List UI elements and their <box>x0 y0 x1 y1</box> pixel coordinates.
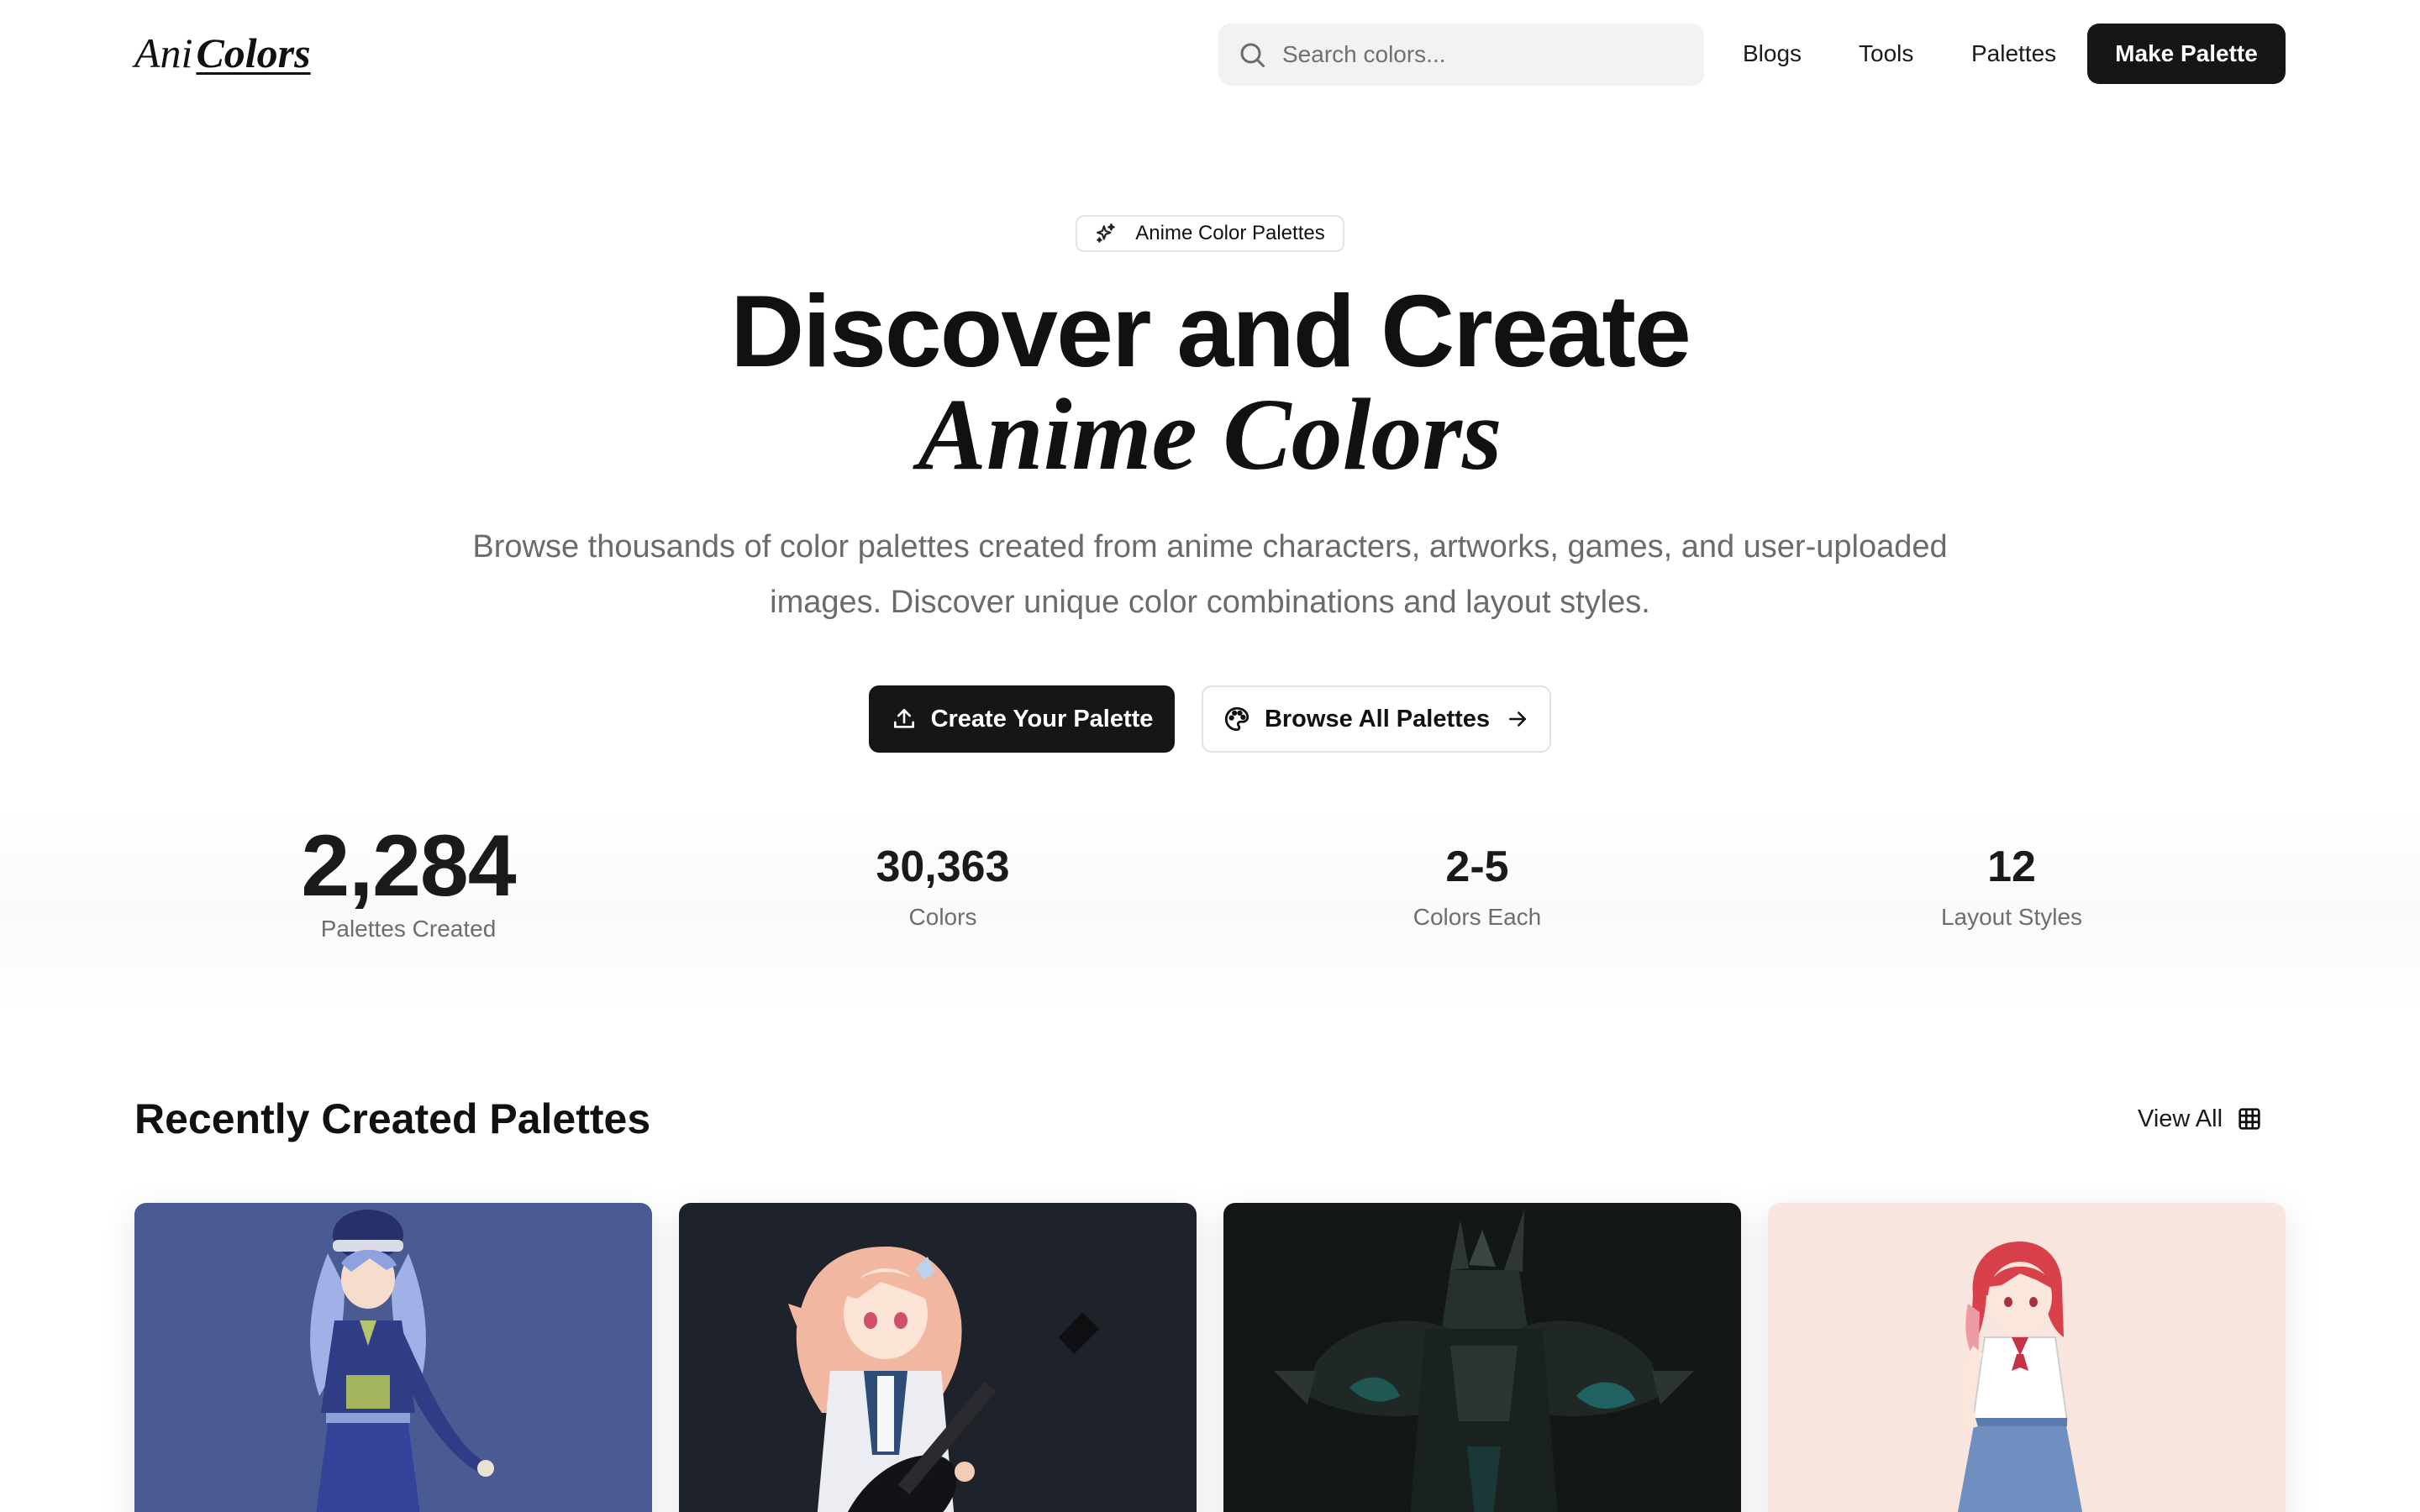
recent-palettes-heading: Recently Created Palettes <box>134 1095 651 1142</box>
palette-card[interactable] <box>1223 1203 1741 1512</box>
upload-icon <box>893 709 914 728</box>
site-logo[interactable]: AniColors <box>134 25 311 81</box>
stat-colors: 30,363 Colors <box>691 806 1195 931</box>
site-header: AniColors Blogs Tools Palettes Make Pale… <box>0 0 2420 108</box>
search-icon <box>1240 43 1265 67</box>
anime-character-image <box>1768 1203 2286 1512</box>
stats-section: 2,284 Palettes Created 30,363 Colors 2-5… <box>0 806 2420 1016</box>
view-all-link[interactable]: View All <box>2138 1102 2263 1136</box>
search-input[interactable] <box>1282 41 1686 68</box>
stat-value: 2-5 <box>1445 843 1509 891</box>
hero-badge-label: Anime Color Palettes <box>1135 222 1325 244</box>
stat-colors-each: 2-5 Colors Each <box>1225 806 1729 931</box>
stat-label: Palettes Created <box>320 916 497 942</box>
stat-value: 12 <box>1987 843 2036 891</box>
stat-label: Layout Styles <box>1940 904 2083 930</box>
sparkles-icon <box>1097 223 1116 243</box>
hero-badge: Anime Color Palettes <box>1076 215 1344 252</box>
palette-card[interactable] <box>134 1203 652 1512</box>
hero-title-line1: Discover and Create <box>730 274 1691 388</box>
make-palette-button[interactable]: Make Palette <box>2087 24 2286 84</box>
search-box[interactable] <box>1218 24 1704 86</box>
hero-title-line2: Anime Colors <box>918 378 1502 491</box>
logo-text-colors: Colors <box>196 29 311 76</box>
view-all-label: View All <box>2138 1105 2223 1132</box>
stat-palettes-created: 2,284 Palettes Created <box>156 806 660 942</box>
hero-subtitle: Browse thousands of color palettes creat… <box>472 529 1948 620</box>
nav-link-blogs[interactable]: Blogs <box>1743 37 1802 71</box>
palette-card[interactable] <box>679 1203 1197 1512</box>
palette-icon <box>1224 706 1249 732</box>
stat-value: 2,284 <box>301 817 516 915</box>
create-palette-label: Create Your Palette <box>930 705 1154 732</box>
stat-layout-styles: 12 Layout Styles <box>1760 806 2264 931</box>
arrow-right-icon <box>1509 711 1527 727</box>
nav-link-palettes[interactable]: Palettes <box>1971 37 2056 71</box>
browse-palettes-button[interactable]: Browse All Palettes <box>1202 685 1551 753</box>
anime-character-image <box>679 1203 1197 1512</box>
armored-character-image <box>1223 1203 1741 1512</box>
logo-text-ani: Ani <box>134 29 193 76</box>
stat-label: Colors <box>908 904 977 930</box>
create-palette-button[interactable]: Create Your Palette <box>869 685 1175 753</box>
stat-value: 30,363 <box>876 843 1010 891</box>
palette-card[interactable] <box>1768 1203 2286 1512</box>
browse-palettes-label: Browse All Palettes <box>1264 705 1491 732</box>
nav-link-tools[interactable]: Tools <box>1859 37 1913 71</box>
stat-label: Colors Each <box>1413 904 1542 930</box>
anime-character-image <box>134 1203 652 1512</box>
grid-icon <box>2238 1108 2260 1130</box>
